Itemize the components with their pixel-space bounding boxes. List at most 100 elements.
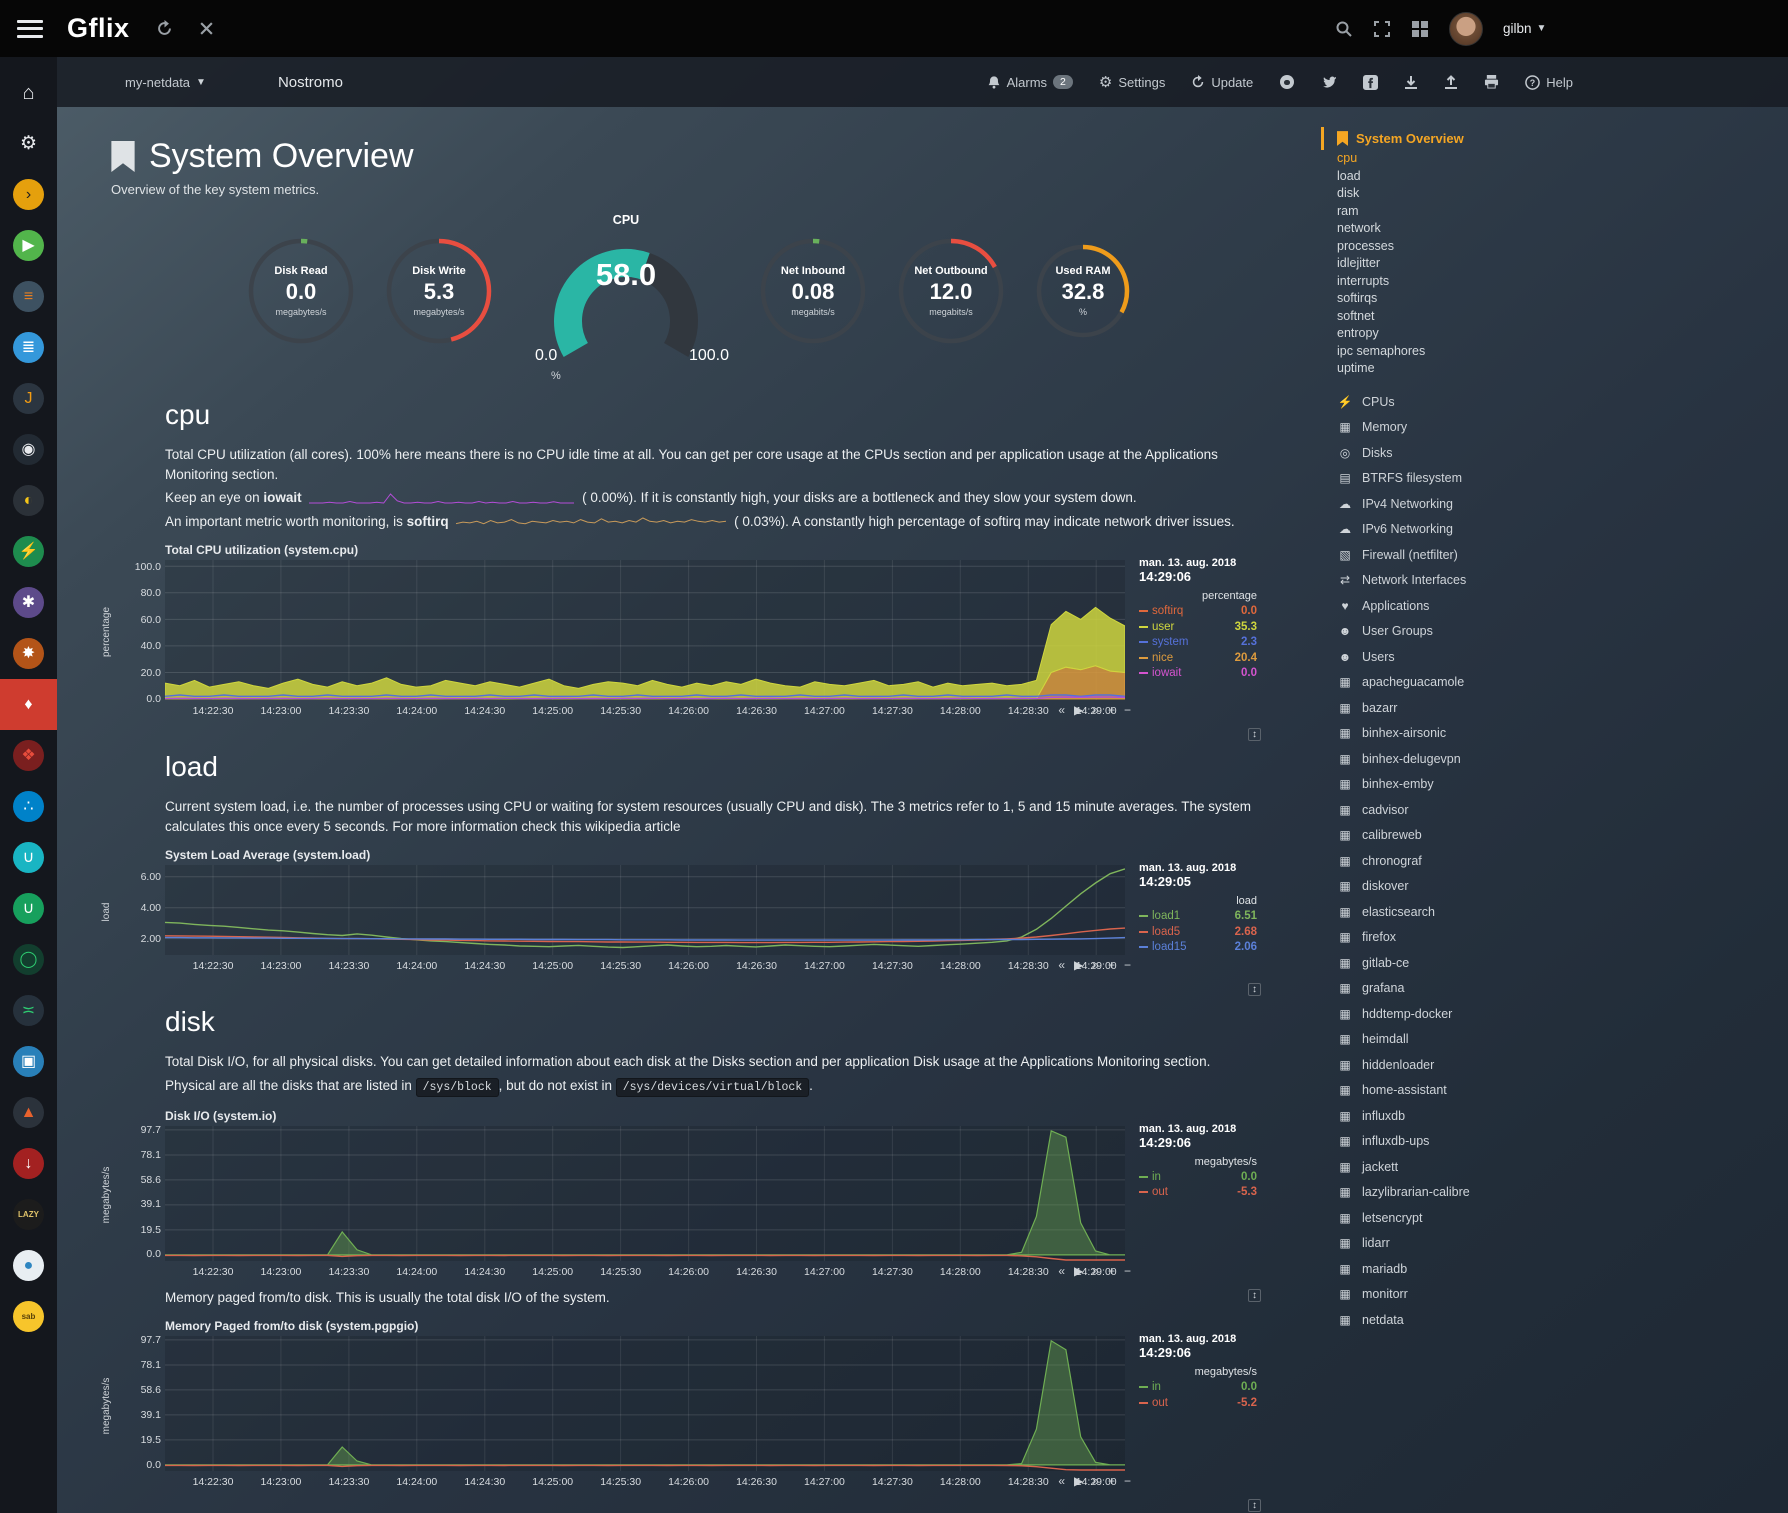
- chart-plot-area[interactable]: 97.778.158.639.119.50.0: [165, 1126, 1125, 1261]
- app-jackett[interactable]: J: [0, 373, 57, 424]
- gauge-disk-write[interactable]: Disk Write5.3megabytes/s: [383, 235, 495, 347]
- sidebar-app-influxdb[interactable]: ▦influxdb: [1321, 1104, 1788, 1130]
- chart-plot-area[interactable]: 6.004.002.00: [165, 865, 1125, 955]
- sidebar-app-elasticsearch[interactable]: ▦elasticsearch: [1321, 900, 1788, 926]
- legend-item-nice[interactable]: nice20.4: [1139, 651, 1257, 667]
- gauge-cpu[interactable]: CPU 58.0 0.0 100.0 %: [521, 213, 731, 369]
- sidebar-link-interrupts[interactable]: interrupts: [1321, 273, 1788, 291]
- skip-forward-button[interactable]: »: [1092, 1264, 1099, 1278]
- update-button[interactable]: Update: [1191, 75, 1253, 90]
- chart-plot-area[interactable]: 100.080.060.040.020.00.0: [165, 560, 1125, 700]
- sidebar-app-netdata[interactable]: ▦netdata: [1321, 1308, 1788, 1334]
- skip-back-button[interactable]: «: [1058, 703, 1065, 717]
- sidebar-section-firewall-netfilter-[interactable]: ▧Firewall (netfilter): [1321, 543, 1788, 569]
- app-shortcut-2[interactable]: ◉: [0, 424, 57, 475]
- legend-item-out[interactable]: out-5.3: [1139, 1185, 1257, 1201]
- app-shortcut-9[interactable]: ≍: [0, 985, 57, 1036]
- sidebar-app-firefox[interactable]: ▦firefox: [1321, 925, 1788, 951]
- sidebar-link-disk[interactable]: disk: [1321, 185, 1788, 203]
- app-netdata[interactable]: ♦: [0, 679, 57, 730]
- sidebar-section-disks[interactable]: ◎Disks: [1321, 441, 1788, 467]
- avatar[interactable]: [1449, 12, 1483, 46]
- app-shortcut-3[interactable]: ✱: [0, 577, 57, 628]
- sidebar-link-processes[interactable]: processes: [1321, 238, 1788, 256]
- sidebar-app-mariadb[interactable]: ▦mariadb: [1321, 1257, 1788, 1283]
- app-emby[interactable]: ▶: [0, 220, 57, 271]
- sidebar-app-chronograf[interactable]: ▦chronograf: [1321, 849, 1788, 875]
- upload-button[interactable]: [1444, 75, 1458, 90]
- windows-icon[interactable]: [1411, 20, 1429, 38]
- legend-item-softirq[interactable]: softirq0.0: [1139, 604, 1257, 620]
- zoom-out-button[interactable]: −: [1124, 1474, 1131, 1488]
- legend-item-in[interactable]: in0.0: [1139, 1170, 1257, 1186]
- sidebar-app-jackett[interactable]: ▦jackett: [1321, 1155, 1788, 1181]
- sidebar-app-binhex-airsonic[interactable]: ▦binhex-airsonic: [1321, 721, 1788, 747]
- app-shortcut-10[interactable]: ▣: [0, 1036, 57, 1087]
- sidebar-app-diskover[interactable]: ▦diskover: [1321, 874, 1788, 900]
- legend-item-user[interactable]: user35.3: [1139, 620, 1257, 636]
- app-shortcut-6[interactable]: ∪: [0, 832, 57, 883]
- zoom-out-button[interactable]: −: [1124, 1264, 1131, 1278]
- sidebar-app-heimdall[interactable]: ▦heimdall: [1321, 1027, 1788, 1053]
- app-shortcut-1[interactable]: ≡: [0, 271, 57, 322]
- app-shortcut-11[interactable]: ↓: [0, 1138, 57, 1189]
- user-menu[interactable]: gilbn ▼: [1503, 21, 1546, 36]
- sidebar-link-idlejitter[interactable]: idlejitter: [1321, 255, 1788, 273]
- sidebar-section-user-groups[interactable]: ☻User Groups: [1321, 619, 1788, 645]
- legend-item-in[interactable]: in0.0: [1139, 1380, 1257, 1396]
- resize-handle[interactable]: ↕: [1248, 728, 1261, 741]
- gauge-disk-read[interactable]: Disk Read0.0megabytes/s: [245, 235, 357, 347]
- sidebar-app-gitlab-ce[interactable]: ▦gitlab-ce: [1321, 951, 1788, 977]
- skip-back-button[interactable]: «: [1058, 1474, 1065, 1488]
- fullscreen-icon[interactable]: [1373, 20, 1391, 38]
- sidebar-link-softirqs[interactable]: softirqs: [1321, 290, 1788, 308]
- sidebar-app-letsencrypt[interactable]: ▦letsencrypt: [1321, 1206, 1788, 1232]
- app-airsonic[interactable]: ≣: [0, 322, 57, 373]
- play-button[interactable]: ▶: [1074, 703, 1083, 717]
- sidebar-app-home-assistant[interactable]: ▦home-assistant: [1321, 1078, 1788, 1104]
- gauge-used-ram[interactable]: Used RAM32.8%: [1033, 241, 1133, 341]
- sidebar-link-load[interactable]: load: [1321, 168, 1788, 186]
- legend-item-out[interactable]: out-5.2: [1139, 1396, 1257, 1412]
- menu-icon[interactable]: [17, 20, 43, 38]
- resize-handle[interactable]: ↕: [1248, 1499, 1261, 1512]
- sidebar-app-influxdb-ups[interactable]: ▦influxdb-ups: [1321, 1129, 1788, 1155]
- softirq-sparkline[interactable]: [456, 516, 726, 529]
- sidebar-link-entropy[interactable]: entropy: [1321, 325, 1788, 343]
- sidebar-app-binhex-emby[interactable]: ▦binhex-emby: [1321, 772, 1788, 798]
- play-button[interactable]: ▶: [1074, 1474, 1083, 1488]
- close-icon[interactable]: [199, 21, 214, 36]
- legend-item-load15[interactable]: load152.06: [1139, 940, 1257, 956]
- sidebar-link-ipc-semaphores[interactable]: ipc semaphores: [1321, 343, 1788, 361]
- chart-plot-area[interactable]: 97.778.158.639.119.50.0: [165, 1336, 1125, 1471]
- zoom-in-button[interactable]: +: [1108, 1474, 1115, 1488]
- search-icon[interactable]: [1335, 20, 1353, 38]
- resize-handle[interactable]: ↕: [1248, 983, 1261, 996]
- sidebar-link-network[interactable]: network: [1321, 220, 1788, 238]
- sidebar-link-cpu[interactable]: cpu: [1321, 150, 1788, 168]
- legend-item-system[interactable]: system2.3: [1139, 635, 1257, 651]
- host-dropdown[interactable]: my-netdata ▼: [125, 75, 206, 90]
- sidebar-app-lazylibrarian-calibre[interactable]: ▦lazylibrarian-calibre: [1321, 1180, 1788, 1206]
- sidebar-app-monitorr[interactable]: ▦monitorr: [1321, 1282, 1788, 1308]
- sidebar-section-memory[interactable]: ▦Memory: [1321, 415, 1788, 441]
- sidebar-link-ram[interactable]: ram: [1321, 203, 1788, 221]
- sidebar-app-hiddenloader[interactable]: ▦hiddenloader: [1321, 1053, 1788, 1079]
- skip-forward-button[interactable]: »: [1092, 703, 1099, 717]
- skip-back-button[interactable]: «: [1058, 1264, 1065, 1278]
- zoom-in-button[interactable]: +: [1108, 1264, 1115, 1278]
- app-shortcut-12[interactable]: ●: [0, 1240, 57, 1291]
- download-button[interactable]: [1404, 75, 1418, 90]
- app-gitlab[interactable]: ▲: [0, 1087, 57, 1138]
- sidebar-link-uptime[interactable]: uptime: [1321, 360, 1788, 378]
- zoom-in-button[interactable]: +: [1108, 958, 1115, 972]
- app-sabnzbd[interactable]: sab: [0, 1291, 57, 1342]
- sidebar-app-binhex-delugevpn[interactable]: ▦binhex-delugevpn: [1321, 747, 1788, 773]
- sidebar-section-network-interfaces[interactable]: ⇄Network Interfaces: [1321, 568, 1788, 594]
- gauge-net-inbound[interactable]: Net Inbound0.08megabits/s: [757, 235, 869, 347]
- app-radarr[interactable]: ◐: [0, 475, 57, 526]
- zoom-out-button[interactable]: −: [1124, 703, 1131, 717]
- zoom-out-button[interactable]: −: [1124, 958, 1131, 972]
- app-nextcloud[interactable]: ∴: [0, 781, 57, 832]
- sidebar-section-ipv4-networking[interactable]: ☁IPv4 Networking: [1321, 492, 1788, 518]
